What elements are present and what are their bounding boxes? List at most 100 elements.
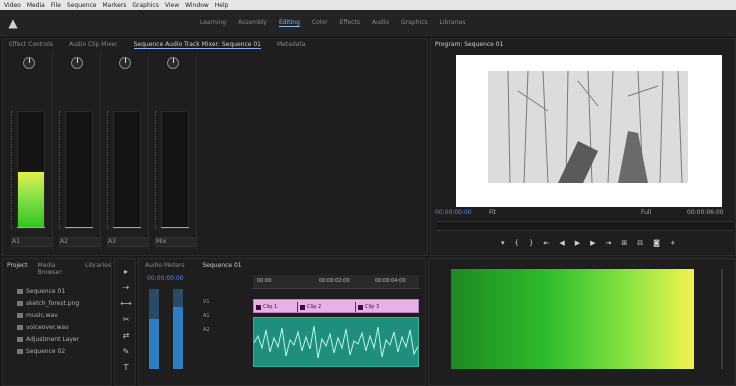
workspace-tab[interactable]: Color xyxy=(312,19,328,27)
mark-in-icon[interactable]: { xyxy=(515,239,519,247)
menu-item[interactable]: Window xyxy=(185,2,209,9)
list-item[interactable]: sketch_forest.png xyxy=(17,299,79,307)
tab-audio-meters[interactable]: Audio Meters xyxy=(145,262,184,269)
ripple-edit-icon[interactable]: ⟷ xyxy=(120,299,132,309)
workspace-tab[interactable]: Libraries xyxy=(440,19,466,27)
ruler-tick-label: 00:00:04:00 xyxy=(375,278,406,284)
sequence-icon xyxy=(17,348,23,354)
tab-libraries[interactable]: Libraries xyxy=(85,262,111,276)
list-item[interactable]: music.wav xyxy=(17,311,58,319)
pan-knob[interactable] xyxy=(119,57,131,69)
timeline-panel: Audio Meters Sequence 01 00:00:00:00 V1 … xyxy=(138,258,426,386)
menu-item[interactable]: Media xyxy=(27,2,45,9)
program-title[interactable]: Program: Sequence 01 xyxy=(435,41,503,48)
timeline-ruler[interactable]: 00:00 00:00:02:00 00:00:04:00 xyxy=(253,275,419,289)
tab-audio-clip-mixer[interactable]: Audio Clip Mixer xyxy=(69,41,118,49)
add-icon[interactable]: + xyxy=(670,239,676,247)
tab-media-browser[interactable]: Media Browser xyxy=(38,262,76,276)
clip-label: Clip 1 xyxy=(263,304,278,310)
go-to-in-icon[interactable]: ⇤ xyxy=(543,239,549,247)
strip-label: A2 xyxy=(59,237,99,247)
quality-select[interactable]: Full xyxy=(641,209,651,216)
fader-line[interactable] xyxy=(161,227,189,228)
razor-icon[interactable]: ✂ xyxy=(120,315,132,325)
pan-knob[interactable] xyxy=(23,57,35,69)
video-clip[interactable]: Clip 3 xyxy=(356,302,418,312)
tab-track-mixer[interactable]: Sequence Audio Track Mixer: Sequence 01 xyxy=(133,41,261,49)
list-item[interactable]: Sequence 02 xyxy=(17,347,65,355)
tab-sequence[interactable]: Sequence 01 xyxy=(202,262,241,269)
pan-knob[interactable] xyxy=(167,57,179,69)
transport-controls: ▾ { } ⇤ ◀ ▶ ▶ ⇥ ⊞ ⊟ ◙ + xyxy=(501,239,676,247)
mixer-strip: A1 xyxy=(9,53,53,251)
list-item[interactable]: voiceover.wav xyxy=(17,323,69,331)
track-label[interactable]: A1 xyxy=(203,313,251,319)
text-tool-icon[interactable]: T xyxy=(120,363,132,373)
track-label[interactable]: V1 xyxy=(203,299,251,305)
sequence-icon xyxy=(17,288,23,294)
video-clip[interactable]: Clip 2 xyxy=(298,302,356,312)
track-select-icon[interactable]: ⇢ xyxy=(120,283,132,293)
workspace-tab[interactable]: Effects xyxy=(340,19,360,27)
tab-metadata[interactable]: Metadata xyxy=(277,41,305,49)
home-icon[interactable]: ▲ xyxy=(6,16,20,30)
menu-item[interactable]: Sequence xyxy=(67,2,97,9)
list-item[interactable]: Sequence 01 xyxy=(17,287,65,295)
pan-knob[interactable] xyxy=(71,57,83,69)
insert-icon[interactable]: ⊞ xyxy=(621,239,627,247)
menu-item[interactable]: Help xyxy=(215,2,229,9)
db-scale xyxy=(59,111,63,229)
tab-effect-controls[interactable]: Effect Controls xyxy=(9,41,53,49)
export-frame-icon[interactable]: ◙ xyxy=(653,239,660,247)
workspace-tab[interactable]: Graphics xyxy=(401,19,428,27)
pen-icon[interactable]: ✎ xyxy=(120,347,132,357)
audio-waveform xyxy=(254,325,418,359)
project-panel: Project Media Browser Libraries Sequence… xyxy=(2,258,112,386)
fader-line[interactable] xyxy=(113,227,141,228)
step-back-icon[interactable]: ◀ xyxy=(559,239,564,247)
go-to-out-icon[interactable]: ⇥ xyxy=(606,239,612,247)
step-forward-icon[interactable]: ▶ xyxy=(590,239,595,247)
play-icon[interactable]: ▶ xyxy=(575,239,580,247)
mixer-strip: A3 xyxy=(105,53,149,251)
item-label: Sequence 01 xyxy=(26,287,66,295)
menu-item[interactable]: File xyxy=(51,2,61,9)
audio-icon xyxy=(17,312,23,318)
tab-project[interactable]: Project xyxy=(7,262,28,276)
menu-item[interactable]: Graphics xyxy=(132,2,159,9)
audio-track-mixer-panel: Effect Controls Audio Clip Mixer Sequenc… xyxy=(2,38,428,256)
os-menu-bar: Video Media File Sequence Markers Graphi… xyxy=(0,0,736,10)
fader-line[interactable] xyxy=(65,227,93,228)
scrub-bar[interactable] xyxy=(437,221,733,231)
item-label: voiceover.wav xyxy=(26,323,69,331)
track-label[interactable]: A2 xyxy=(203,327,251,333)
slip-icon[interactable]: ⇄ xyxy=(120,331,132,341)
fx-badge-icon xyxy=(300,304,305,310)
list-item[interactable]: Adjustment Layer xyxy=(17,335,79,343)
mixer-strip: A2 xyxy=(57,53,101,251)
menu-item[interactable]: Video xyxy=(4,2,21,9)
clip-label: Clip 2 xyxy=(307,304,322,310)
mark-out-icon[interactable]: } xyxy=(529,239,533,247)
workspace-tab-active[interactable]: Editing xyxy=(278,19,300,27)
selection-tool-icon[interactable]: ▸ xyxy=(120,267,132,277)
fader-line[interactable] xyxy=(17,227,45,228)
overwrite-icon[interactable]: ⊟ xyxy=(637,239,643,247)
workspace-tab[interactable]: Learning xyxy=(200,19,226,27)
audio-track-row[interactable] xyxy=(253,317,419,367)
video-clip[interactable]: Clip 1 xyxy=(254,302,298,312)
vu-meter-fill xyxy=(149,319,159,369)
playhead-timecode[interactable]: 00:00:00:00 xyxy=(435,209,472,216)
workspace-tab[interactable]: Audio xyxy=(372,19,389,27)
workspace-tab[interactable]: Assembly xyxy=(238,19,267,27)
strip-label: Mix xyxy=(155,237,195,247)
menu-item[interactable]: Markers xyxy=(103,2,127,9)
zoom-select[interactable]: Fit xyxy=(489,209,496,216)
marker-icon[interactable]: ▾ xyxy=(501,239,505,247)
vu-meter xyxy=(149,289,159,369)
menu-item[interactable]: View xyxy=(165,2,179,9)
db-scale xyxy=(155,111,159,229)
level-meter xyxy=(65,111,93,229)
audio-meter-bar xyxy=(451,269,694,369)
timeline-timecode[interactable]: 00:00:00:00 xyxy=(147,275,184,282)
